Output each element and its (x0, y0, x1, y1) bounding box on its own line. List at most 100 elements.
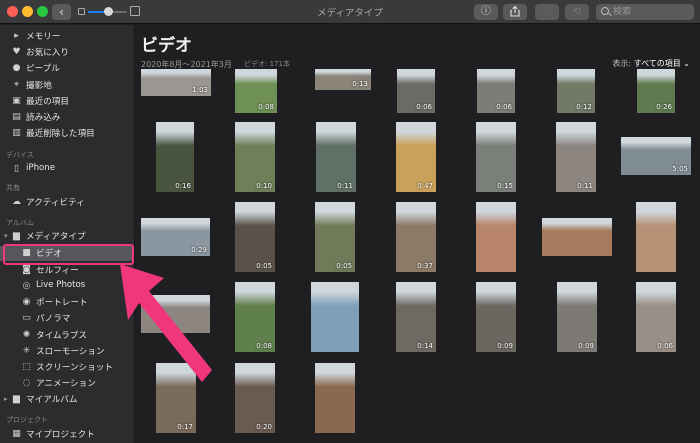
video-duration: 0:06 (416, 103, 432, 111)
video-thumbnail[interactable]: 0:06 (397, 69, 435, 113)
heart-icon: ♡ (542, 6, 552, 17)
video-thumbnail[interactable]: 0:05 (235, 202, 275, 272)
live-photo-icon: ◎ (22, 281, 31, 291)
search-field[interactable] (596, 4, 694, 20)
sidebar-section-header: プロジェクト (6, 416, 48, 424)
video-duration: 0:09 (578, 342, 594, 350)
annotation-arrow (120, 264, 212, 382)
sidebar-section-header: デバイス (6, 151, 34, 159)
video-thumbnail[interactable] (315, 363, 355, 433)
disclosure-open-icon[interactable]: ▾ (4, 232, 8, 240)
search-input[interactable] (613, 4, 691, 20)
video-duration: 0:47 (417, 182, 433, 190)
minimize-window-button[interactable] (22, 6, 33, 17)
video-count: ビデオ: 171本 (244, 60, 290, 68)
import-tray-icon: ▤ (12, 112, 21, 122)
sidebar-item-label: スローモーション (36, 347, 105, 357)
sidebar-item[interactable]: ▆ マイアルバム ▸ (0, 392, 134, 407)
sidebar-item-label: 最近の項目 (26, 97, 69, 107)
sidebar-item[interactable]: ▣ 最近の項目 (0, 94, 134, 109)
view-filter-value[interactable]: すべての項目 ⌄ (634, 59, 690, 68)
share-icon (510, 5, 520, 17)
sidebar-item-label: 最近削除した項目 (26, 129, 95, 139)
sidebar-item-label: お気に入り (26, 48, 69, 58)
video-duration: 0:08 (258, 103, 274, 111)
screenshot-icon: ⬚ (22, 362, 31, 372)
video-duration: 0:37 (417, 262, 433, 270)
video-thumbnail[interactable]: 0:12 (557, 69, 595, 113)
view-filter[interactable]: 表示: すべての項目 ⌄ (612, 58, 690, 69)
video-thumbnail[interactable]: 0:05 (315, 202, 355, 272)
sidebar-item[interactable]: ▸ メモリー (0, 29, 134, 44)
video-thumbnail[interactable]: 0:37 (396, 202, 436, 272)
video-thumbnail[interactable]: 0:20 (235, 363, 275, 433)
rotate-icon: ⟲ (572, 6, 582, 17)
sidebar-item[interactable]: ☁ アクティビティ (0, 195, 134, 210)
folder-icon: ▆ (13, 231, 20, 241)
share-button[interactable] (503, 4, 527, 20)
video-thumbnail[interactable] (476, 202, 516, 272)
video-duration: 0:10 (256, 182, 272, 190)
video-thumbnail[interactable]: 0:29 (141, 218, 210, 256)
map-pin-icon: ⌖ (13, 80, 20, 90)
folder-icon: ▆ (13, 394, 20, 404)
video-thumbnail[interactable] (542, 218, 612, 256)
rotate-button[interactable]: ⟲ (565, 4, 589, 20)
video-duration: 5:05 (672, 165, 688, 173)
video-thumbnail[interactable]: 0:14 (396, 282, 436, 352)
search-icon (601, 7, 609, 15)
video-duration: 0:05 (256, 262, 272, 270)
info-button[interactable]: ⓘ (474, 4, 498, 20)
video-thumbnail[interactable]: 0:15 (476, 122, 516, 192)
zoom-slider-knob[interactable] (104, 7, 113, 16)
video-thumbnail[interactable] (636, 202, 676, 272)
sidebar-section-header: アルバム (6, 219, 34, 227)
view-filter-label: 表示: (612, 59, 632, 68)
video-thumbnail[interactable]: 0:47 (396, 122, 436, 192)
video-thumbnail[interactable]: 0:06 (636, 282, 676, 352)
back-button[interactable]: ‹ (52, 4, 71, 20)
sidebar-item-label: マイプロジェクト (26, 430, 95, 440)
sidebar-item-label: タイムラプス (36, 331, 87, 341)
video-thumbnail[interactable]: 1:03 (141, 69, 211, 96)
sidebar-item[interactable]: ⌖ 撮影地 (0, 78, 134, 93)
sidebar-item[interactable]: ▆ メディアタイプ ▾ (0, 229, 134, 244)
disclosure-closed-icon[interactable]: ▸ (4, 395, 8, 403)
video-thumbnail[interactable]: 0:10 (235, 122, 275, 192)
sidebar-item[interactable]: ● ピープル (0, 61, 134, 76)
video-thumbnail[interactable]: 0:11 (556, 122, 596, 192)
sidebar-item-label: パノラマ (36, 314, 71, 324)
sidebar-item[interactable]: ▯ iPhone (0, 162, 134, 177)
video-duration: 0:16 (175, 182, 191, 190)
zoom-in-icon (130, 6, 140, 16)
selfie-icon: ◙ (22, 265, 31, 275)
phone-icon: ▯ (14, 164, 19, 174)
slowmo-icon: ✳ (22, 346, 31, 356)
video-thumbnail[interactable]: 0:08 (235, 69, 277, 113)
close-window-button[interactable] (7, 6, 18, 17)
sidebar-item[interactable]: ♥ お気に入り (0, 45, 134, 60)
favorite-button[interactable]: ♡ (535, 4, 559, 20)
video-thumbnail[interactable]: 0:08 (235, 282, 275, 352)
video-duration: 0:06 (657, 342, 673, 350)
video-thumbnail[interactable] (311, 282, 359, 352)
video-thumbnail[interactable]: 0:11 (316, 122, 356, 192)
video-thumbnail[interactable]: 5:05 (621, 137, 691, 175)
video-thumbnail[interactable]: 0:06 (477, 69, 515, 113)
sidebar-item-label: ポートレート (36, 298, 88, 308)
zoom-slider[interactable] (78, 5, 140, 19)
sidebar-item[interactable]: ▥ 最近削除した項目 (0, 126, 134, 141)
video-thumbnail[interactable]: 0:16 (156, 122, 194, 192)
video-thumbnail[interactable]: 0:13 (315, 69, 371, 90)
video-duration: 0:29 (191, 246, 207, 254)
video-thumbnail[interactable]: 0:09 (476, 282, 516, 352)
video-thumbnail[interactable]: 0:26 (637, 69, 675, 113)
video-thumbnail[interactable]: 0:09 (557, 282, 597, 352)
fullscreen-window-button[interactable] (37, 6, 48, 17)
portrait-icon: ◉ (22, 297, 31, 307)
sidebar-item[interactable]: ▦ マイプロジェクト (0, 427, 134, 442)
video-duration: 0:13 (352, 80, 368, 88)
video-duration: 0:06 (496, 103, 512, 111)
sidebar-item[interactable]: ▤ 読み込み (0, 110, 134, 125)
timelapse-icon: ✺ (22, 330, 31, 340)
